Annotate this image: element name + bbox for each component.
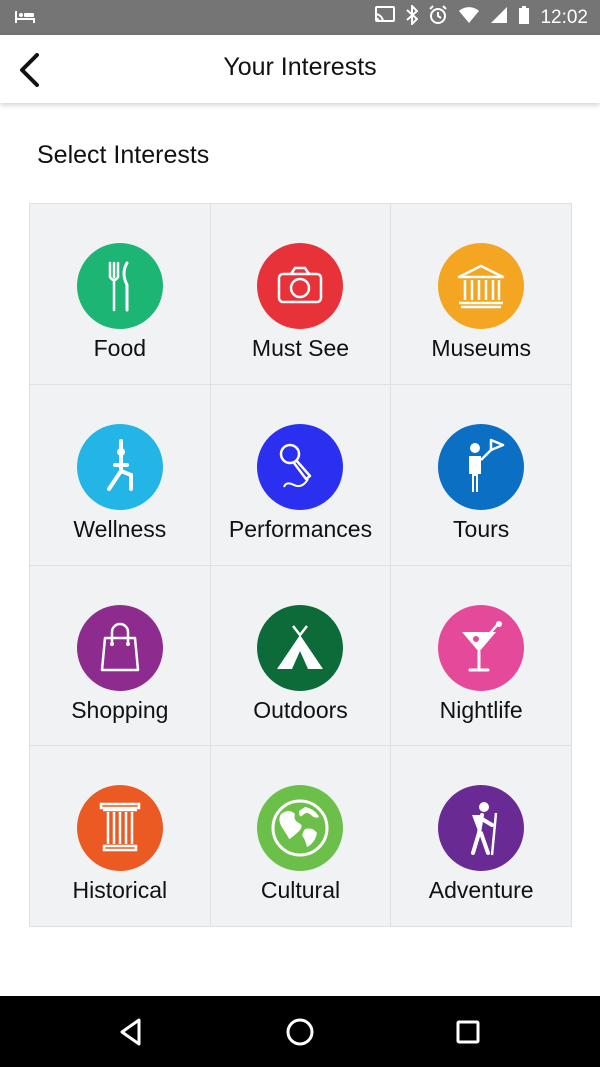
square-recents-icon — [456, 1020, 480, 1044]
cast-icon — [374, 6, 396, 29]
interest-tile-wellness[interactable]: Wellness — [30, 384, 210, 565]
interest-tile-museums[interactable]: Museums — [391, 204, 571, 384]
back-button[interactable] — [8, 48, 52, 92]
page-title: Your Interests — [223, 53, 377, 81]
interest-tile-nightlife[interactable]: Nightlife — [391, 565, 571, 746]
alarm-icon — [428, 5, 448, 30]
interest-grid: Food Must See Museums Wellness Performan… — [29, 203, 572, 927]
interest-tile-must-see[interactable]: Must See — [210, 204, 391, 384]
globe-icon — [257, 785, 344, 872]
sleep-mode-icon — [14, 9, 36, 30]
app-header: Your Interests — [0, 35, 600, 103]
interest-tile-tours[interactable]: Tours — [391, 384, 571, 565]
camera-icon — [257, 243, 344, 329]
cocktail-icon — [438, 604, 525, 691]
status-bar: 12:02 — [0, 0, 600, 35]
tile-label: Cultural — [260, 877, 341, 904]
interest-tile-performances[interactable]: Performances — [210, 384, 391, 565]
interest-tile-adventure[interactable]: Adventure — [391, 746, 571, 926]
tile-label: Shopping — [71, 696, 169, 723]
tile-label: Tours — [453, 515, 510, 542]
nav-back-button[interactable] — [114, 1014, 150, 1050]
tile-label: Wellness — [73, 515, 167, 542]
back-arrow-icon — [20, 53, 39, 87]
shopping-bag-icon — [76, 604, 163, 691]
section-heading: Select Interests — [37, 141, 210, 169]
interest-tile-food[interactable]: Food — [30, 204, 210, 384]
signal-icon — [490, 6, 508, 29]
tent-icon — [257, 604, 344, 691]
status-time: 12:02 — [540, 6, 588, 28]
nav-home-button[interactable] — [282, 1014, 318, 1050]
interest-tile-shopping[interactable]: Shopping — [30, 565, 210, 746]
circle-home-icon — [286, 1018, 314, 1046]
interest-tile-outdoors[interactable]: Outdoors — [210, 565, 391, 746]
tile-label: Performances — [228, 515, 373, 542]
interest-tile-cultural[interactable]: Cultural — [210, 746, 391, 926]
museum-icon — [438, 243, 525, 329]
tile-label: Adventure — [428, 877, 534, 904]
triangle-back-icon — [120, 1018, 141, 1046]
wifi-icon — [458, 6, 480, 29]
yoga-icon — [76, 423, 163, 510]
interest-tile-historical[interactable]: Historical — [30, 746, 210, 926]
battery-icon — [518, 5, 530, 30]
hiker-icon — [438, 785, 525, 872]
tile-label: Food — [93, 335, 147, 361]
system-nav-bar — [0, 996, 600, 1067]
bluetooth-icon — [406, 3, 419, 30]
microphone-icon — [257, 423, 344, 510]
tour-guide-icon — [438, 423, 525, 510]
nav-recents-button[interactable] — [450, 1014, 486, 1050]
tile-label: Nightlife — [439, 696, 523, 723]
tile-label: Outdoors — [253, 696, 348, 723]
cutlery-icon — [76, 243, 163, 329]
tile-label: Must See — [251, 335, 350, 361]
tile-label: Historical — [72, 877, 168, 904]
column-icon — [76, 785, 163, 872]
tile-label: Museums — [431, 335, 532, 361]
